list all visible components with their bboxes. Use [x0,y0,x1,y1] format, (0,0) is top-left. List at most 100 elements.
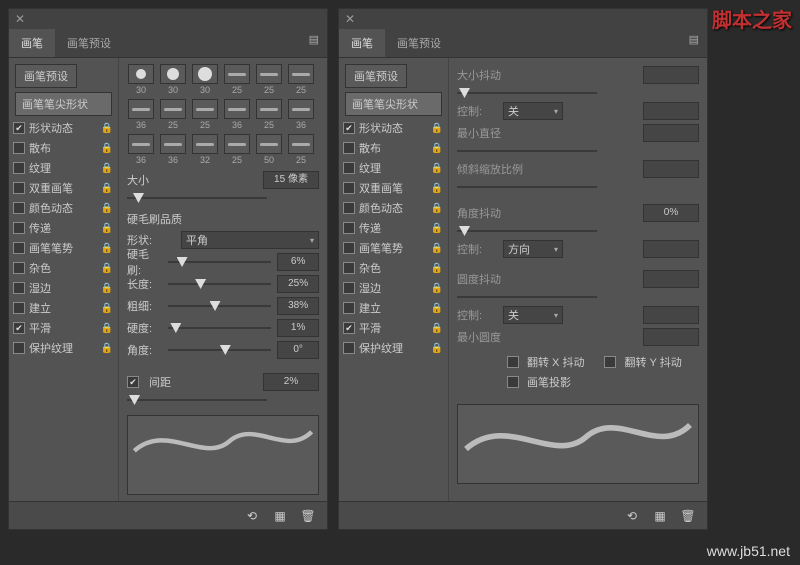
slider[interactable] [168,299,271,313]
tab-brush[interactable]: 画笔 [9,29,55,57]
toggle-preview-icon[interactable]: ⟲ [623,507,641,525]
checkbox[interactable] [343,162,355,174]
checkbox[interactable] [343,202,355,214]
lock-icon[interactable]: 🔒 [100,123,114,134]
close-icon[interactable]: ✕ [15,12,25,26]
tip-shape-btn[interactable]: 画笔笔尖形状 [345,92,442,116]
sidebar-item[interactable]: 散布🔒 [11,138,116,158]
sidebar-item[interactable]: 湿边🔒 [11,278,116,298]
spacing-slider[interactable] [127,393,267,407]
tab-brush[interactable]: 画笔 [339,29,385,57]
slider[interactable] [168,255,271,269]
checkbox[interactable] [13,322,25,334]
sidebar-item[interactable]: 纹理🔒 [341,158,446,178]
slider[interactable] [168,321,271,335]
brush-thumb[interactable]: 36 [159,134,187,165]
checkbox[interactable] [13,342,25,354]
sidebar-item[interactable]: 保护纹理🔒 [341,338,446,358]
sidebar-item[interactable]: 湿边🔒 [341,278,446,298]
lock-icon[interactable]: 🔒 [430,203,444,214]
brushproj-checkbox[interactable] [507,376,519,388]
lock-icon[interactable]: 🔒 [430,263,444,274]
lock-icon[interactable]: 🔒 [430,223,444,234]
lock-icon[interactable]: 🔒 [430,343,444,354]
checkbox[interactable] [343,262,355,274]
tip-shape-btn[interactable]: 画笔笔尖形状 [15,92,112,116]
flipx-checkbox[interactable] [507,356,519,368]
panel-menu-icon[interactable]: ▤ [301,29,327,57]
size-slider[interactable] [127,191,267,205]
toggle-preview-icon[interactable]: ⟲ [243,507,261,525]
brush-thumb[interactable]: 25 [223,134,251,165]
checkbox[interactable] [343,122,355,134]
close-icon[interactable]: ✕ [345,12,355,26]
control3-select[interactable]: 关▾ [503,306,563,324]
control-select[interactable]: 关▾ [503,102,563,120]
trash-icon[interactable]: 🗑 [299,507,317,525]
lock-icon[interactable]: 🔒 [100,303,114,314]
sidebar-item[interactable]: 画笔笔势🔒 [11,238,116,258]
flipy-checkbox[interactable] [604,356,616,368]
new-preset-icon[interactable]: ▦ [651,507,669,525]
size-jitter-slider[interactable] [457,86,597,100]
lock-icon[interactable]: 🔒 [430,283,444,294]
lock-icon[interactable]: 🔒 [430,163,444,174]
checkbox[interactable] [13,282,25,294]
sidebar-item[interactable]: 杂色🔒 [11,258,116,278]
spacing-value[interactable]: 2% [263,373,319,391]
brush-thumb[interactable]: 36 [127,99,155,130]
brush-thumb[interactable]: 36 [127,134,155,165]
brush-thumb[interactable]: 25 [255,64,283,95]
brush-thumb[interactable]: 25 [191,99,219,130]
sidebar-item[interactable]: 平滑🔒 [11,318,116,338]
checkbox[interactable] [343,242,355,254]
checkbox[interactable] [343,282,355,294]
brush-thumb[interactable]: 32 [191,134,219,165]
sidebar-item[interactable]: 颜色动态🔒 [341,198,446,218]
lock-icon[interactable]: 🔒 [100,163,114,174]
sidebar-item[interactable]: 保护纹理🔒 [11,338,116,358]
checkbox[interactable] [343,142,355,154]
size-jitter-value[interactable] [643,66,699,84]
lock-icon[interactable]: 🔒 [100,203,114,214]
checkbox[interactable] [13,202,25,214]
lock-icon[interactable]: 🔒 [430,123,444,134]
slider[interactable] [168,277,271,291]
brush-thumb[interactable]: 25 [287,64,315,95]
lock-icon[interactable]: 🔒 [100,143,114,154]
checkbox[interactable] [13,242,25,254]
preset-btn[interactable]: 画笔预设 [15,64,77,88]
size-value[interactable]: 15 像素 [263,171,319,189]
new-preset-icon[interactable]: ▦ [271,507,289,525]
sidebar-item[interactable]: 双重画笔🔒 [341,178,446,198]
tab-preset[interactable]: 画笔预设 [385,29,453,57]
sidebar-item[interactable]: 建立🔒 [11,298,116,318]
checkbox[interactable] [13,182,25,194]
checkbox[interactable] [343,302,355,314]
lock-icon[interactable]: 🔒 [430,183,444,194]
brush-thumb[interactable]: 25 [159,99,187,130]
checkbox[interactable] [13,122,25,134]
spacing-checkbox[interactable] [127,376,139,388]
slider[interactable] [168,343,271,357]
sidebar-item[interactable]: 平滑🔒 [341,318,446,338]
checkbox[interactable] [13,222,25,234]
lock-icon[interactable]: 🔒 [100,243,114,254]
brush-thumb[interactable]: 36 [287,99,315,130]
lock-icon[interactable]: 🔒 [100,263,114,274]
checkbox[interactable] [13,302,25,314]
sidebar-item[interactable]: 形状动态🔒 [341,118,446,138]
brush-thumb[interactable]: 25 [255,99,283,130]
sidebar-item[interactable]: 双重画笔🔒 [11,178,116,198]
sidebar-item[interactable]: 形状动态🔒 [11,118,116,138]
shape-select[interactable]: 平角▾ [181,231,319,249]
sidebar-item[interactable]: 颜色动态🔒 [11,198,116,218]
tab-preset[interactable]: 画笔预设 [55,29,123,57]
preset-btn[interactable]: 画笔预设 [345,64,407,88]
checkbox[interactable] [13,142,25,154]
lock-icon[interactable]: 🔒 [100,283,114,294]
control2-select[interactable]: 方向▾ [503,240,563,258]
trash-icon[interactable]: 🗑 [679,507,697,525]
brush-thumb[interactable]: 50 [255,134,283,165]
sidebar-item[interactable]: 画笔笔势🔒 [341,238,446,258]
